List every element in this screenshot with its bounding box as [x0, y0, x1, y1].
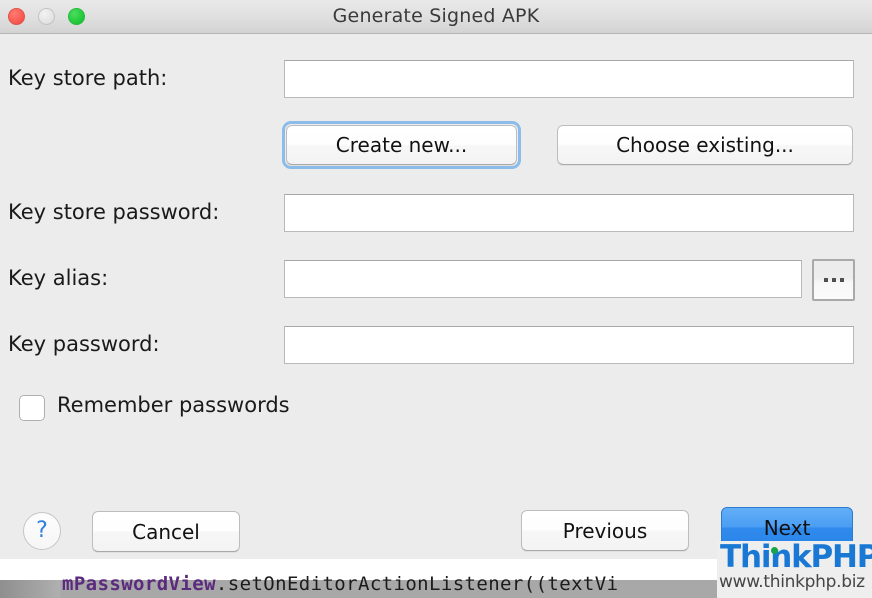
key-store-password-input[interactable] [284, 194, 854, 232]
code-rest-token: .setOnEditorActionListener((textVi [215, 573, 619, 595]
key-alias-input[interactable] [284, 260, 802, 298]
ellipsis-dot-icon [831, 278, 836, 282]
watermark-accent-dot-icon [771, 547, 778, 554]
key-store-path-label: Key store path: [8, 66, 168, 90]
create-new-button[interactable]: Create new... [286, 125, 517, 165]
editor-gutter [0, 580, 60, 598]
editor-code-line: mPasswordView.setOnEditorActionListener(… [62, 573, 618, 595]
key-store-path-input[interactable] [284, 60, 854, 98]
cancel-button[interactable]: Cancel [92, 511, 240, 552]
remember-passwords-checkbox-row[interactable]: Remember passwords [19, 393, 349, 425]
key-alias-label: Key alias: [8, 266, 109, 290]
help-button[interactable]: ? [23, 512, 61, 550]
generate-signed-apk-dialog: mPasswordView.setOnEditorActionListener(… [0, 0, 872, 598]
previous-button[interactable]: Previous [521, 510, 689, 551]
remember-passwords-label: Remember passwords [57, 393, 290, 417]
code-variable-token: mPasswordView [62, 573, 216, 595]
choose-existing-button[interactable]: Choose existing... [557, 125, 853, 165]
watermark-url: www.thinkphp.biz [719, 572, 865, 592]
key-password-label: Key password: [8, 332, 160, 356]
titlebar[interactable]: Generate Signed APK [0, 0, 872, 34]
ellipsis-dot-icon [823, 278, 828, 282]
ellipsis-dot-icon [839, 278, 844, 282]
watermark-brand: ThinkPHP [720, 541, 872, 575]
key-store-password-label: Key store password: [8, 200, 220, 224]
remember-passwords-checkbox[interactable] [19, 395, 45, 421]
key-alias-browse-button[interactable] [812, 259, 855, 301]
dialog-body: Key store path: Create new... Choose exi… [0, 34, 872, 559]
key-password-input[interactable] [284, 326, 854, 364]
thinkphp-watermark: ThinkPHP www.thinkphp.biz [717, 541, 872, 598]
window-title: Generate Signed APK [332, 5, 540, 27]
